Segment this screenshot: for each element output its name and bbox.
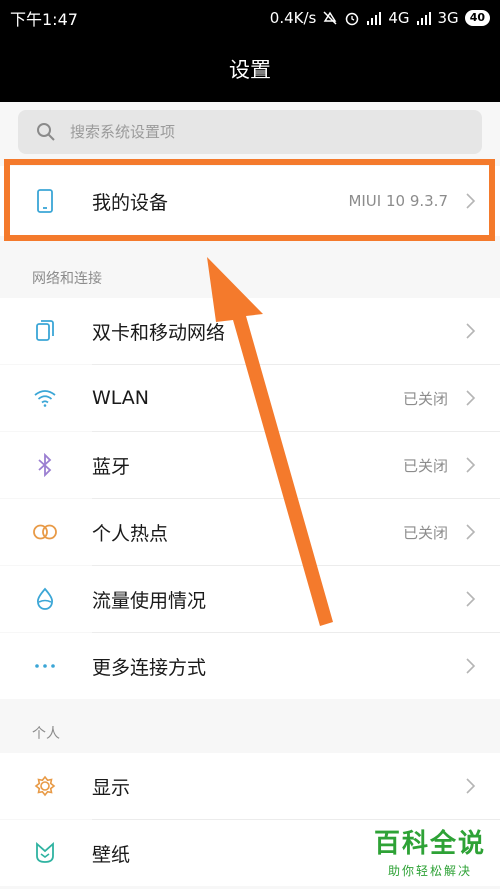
data-usage-icon	[32, 586, 58, 612]
list-item-bluetooth[interactable]: 蓝牙 已关闭	[0, 432, 500, 498]
network-speed: 0.4K/s	[269, 9, 317, 27]
brightness-icon	[32, 773, 58, 799]
network-type-2: 3G	[437, 9, 459, 27]
search-icon	[37, 123, 55, 141]
signal-icon	[367, 12, 382, 25]
list-item-label: 壁纸	[92, 843, 131, 866]
list-item-label: 显示	[92, 776, 131, 799]
list-item-hotspot[interactable]: 个人热点 已关闭	[0, 499, 500, 565]
watermark-subtitle: 助你轻松解决	[387, 864, 472, 878]
chevron-right-icon	[466, 323, 476, 339]
page-header: 设置	[0, 36, 500, 102]
list-item-display[interactable]: 显示	[0, 753, 500, 819]
list-item-value: 已关闭	[402, 523, 448, 542]
list-item-wlan[interactable]: WLAN 已关闭	[0, 365, 500, 431]
watermark-logo: 百科全说 助你轻松解决	[374, 823, 486, 879]
search-input[interactable]	[70, 123, 450, 141]
chevron-right-icon	[466, 524, 476, 540]
chevron-right-icon	[466, 658, 476, 674]
list-item-label: 更多连接方式	[92, 656, 207, 679]
signal-icon-2	[416, 12, 431, 25]
hotspot-icon	[32, 519, 58, 545]
wallpaper-icon	[32, 840, 58, 866]
list-item-dual-sim[interactable]: 双卡和移动网络	[0, 298, 500, 364]
chevron-right-icon	[466, 390, 476, 406]
chevron-right-icon	[466, 457, 476, 473]
section-title-network: 网络和连接	[32, 271, 102, 287]
search-bar[interactable]	[18, 110, 482, 154]
sim-card-icon	[32, 318, 58, 344]
list-item-label: WLAN	[92, 387, 150, 409]
list-item-value: 已关闭	[402, 456, 448, 475]
more-dots-icon	[32, 653, 58, 679]
list-item-data-usage[interactable]: 流量使用情况	[0, 566, 500, 632]
highlight-box	[4, 159, 495, 241]
list-item-label: 个人热点	[92, 522, 169, 545]
bluetooth-icon	[32, 452, 58, 478]
settings-content[interactable]: 我的设备 MIUI 10 9.3.7 网络和连接 双卡和移动网络 WLAN 已关…	[0, 102, 500, 889]
list-item-label: 流量使用情况	[92, 589, 207, 612]
section-title-personal: 个人	[32, 726, 60, 742]
status-time: 下午1:47	[10, 10, 78, 29]
chevron-right-icon	[466, 778, 476, 794]
status-bar: 下午1:47 0.4K/s 4G 3G 40	[0, 0, 500, 36]
page-title: 设置	[229, 58, 271, 82]
mute-icon	[323, 11, 337, 25]
list-item-label: 蓝牙	[92, 455, 131, 478]
list-item-value: 已关闭	[402, 389, 448, 408]
list-item-label: 双卡和移动网络	[92, 321, 226, 344]
watermark-title: 百科全说	[373, 829, 486, 859]
network-type-1: 4G	[388, 9, 410, 27]
network-section-header: 网络和连接	[0, 244, 500, 298]
personal-section-header: 个人	[0, 699, 500, 753]
wifi-icon	[32, 385, 58, 411]
battery-indicator: 40	[464, 10, 490, 26]
chevron-right-icon	[466, 591, 476, 607]
alarm-icon	[346, 12, 359, 26]
list-item-more-connections[interactable]: 更多连接方式	[0, 633, 500, 699]
status-indicators: 0.4K/s 4G 3G 40	[270, 9, 490, 27]
